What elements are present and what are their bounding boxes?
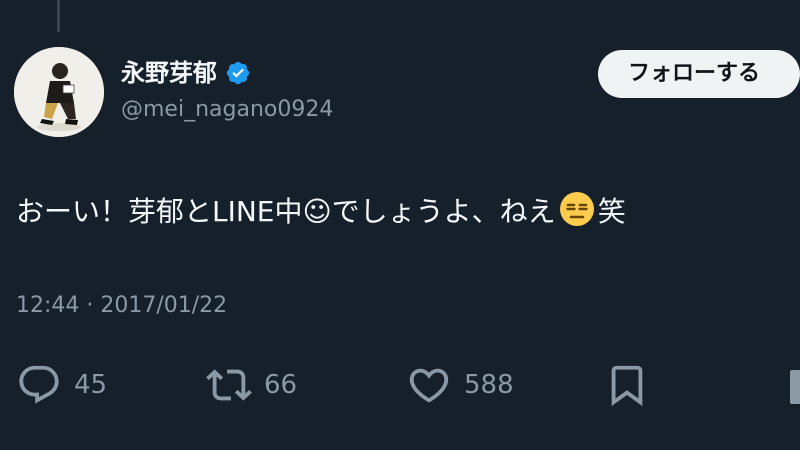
bookmark-icon	[604, 362, 650, 408]
expressionless-face-emoji-icon	[559, 191, 595, 227]
verified-badge-icon	[225, 60, 251, 86]
avatar-image	[14, 47, 104, 137]
like-button[interactable]: 588	[406, 355, 514, 415]
tweet-text-suffix: 笑	[597, 195, 626, 228]
heart-icon	[406, 362, 452, 408]
avatar[interactable]	[14, 47, 104, 137]
reply-icon	[16, 362, 62, 408]
retweet-icon	[206, 362, 252, 408]
reply-button[interactable]: 45	[16, 355, 107, 415]
retweet-button[interactable]: 66	[206, 355, 297, 415]
retweet-count: 66	[264, 370, 298, 400]
tweet-text-main: おーい！芽郁とLINE中☺でしょうよ、ねえ	[16, 195, 556, 228]
tweet-timestamp[interactable]: 12:44 · 2017/01/22	[16, 291, 227, 321]
like-count: 588	[464, 370, 514, 400]
author-display-name[interactable]: 永野芽郁	[121, 58, 217, 88]
reply-count: 45	[74, 370, 108, 400]
follow-button[interactable]: フォローする	[598, 50, 800, 98]
tweet-action-bar: 45 66 588	[0, 355, 800, 415]
author-name-row: 永野芽郁	[121, 58, 251, 88]
share-icon-partial[interactable]	[790, 370, 800, 404]
bookmark-button[interactable]	[604, 355, 650, 415]
thread-connector-line	[57, 0, 60, 32]
author-handle[interactable]: @mei_nagano0924	[121, 95, 333, 125]
tweet-body: おーい！芽郁とLINE中☺でしょうよ、ねえ 笑	[16, 191, 626, 232]
